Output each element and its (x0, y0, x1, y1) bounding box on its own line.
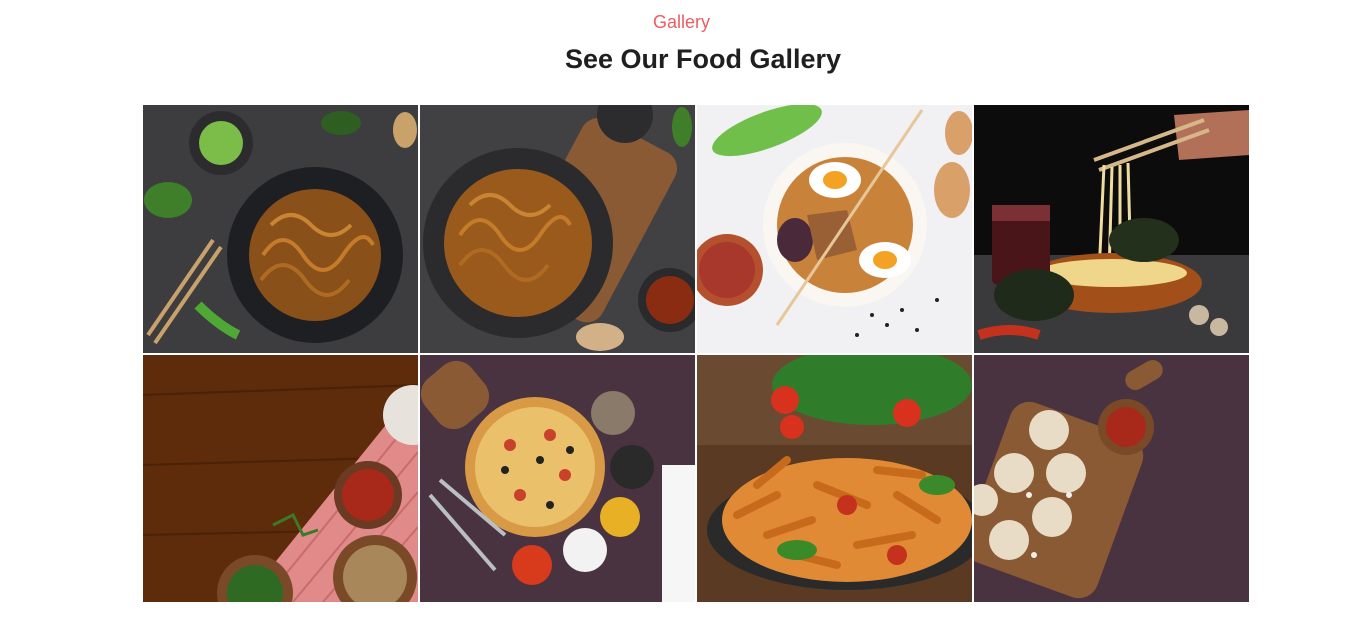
section-title: See Our Food Gallery (564, 44, 842, 74)
ramen-bowl-with-egg-photo (697, 105, 972, 353)
gallery-item[interactable] (697, 355, 972, 602)
gallery-item[interactable] (974, 105, 1249, 353)
gallery-item[interactable] (974, 355, 1249, 602)
chopsticks-lifting-noodles-photo (974, 105, 1249, 353)
gallery-item[interactable] (143, 105, 418, 353)
noodles-in-pan-photo (420, 105, 695, 353)
gallery-item[interactable] (697, 105, 972, 353)
penne-pasta-plate-photo (697, 355, 972, 602)
pizza-with-spices-photo (420, 355, 695, 602)
gallery-item[interactable] (420, 355, 695, 602)
spices-on-wooden-table-photo (143, 355, 418, 602)
dumplings-on-board-photo (974, 355, 1249, 602)
gallery-item[interactable] (420, 105, 695, 353)
food-gallery-grid (143, 105, 1249, 602)
gallery-item[interactable] (143, 355, 418, 602)
noodles-in-dark-bowl-photo (143, 105, 418, 353)
section-eyebrow: Gallery (652, 12, 710, 32)
